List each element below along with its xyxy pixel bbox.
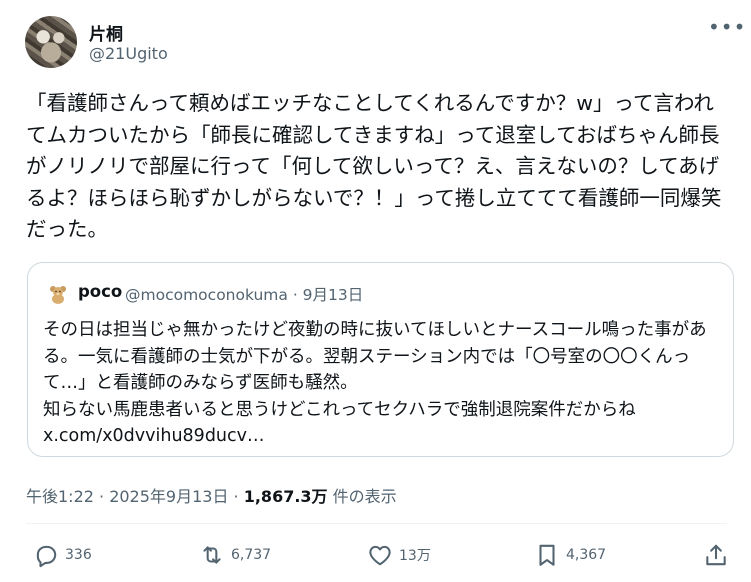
author-display-name[interactable]: 片桐 bbox=[89, 20, 123, 45]
repost-icon bbox=[203, 546, 221, 564]
quoted-post-text: その日は担当じゃ無かったけど夜勤の時に抜いてほしいとナースコール鳴った事がある。… bbox=[43, 320, 707, 446]
reply-icon bbox=[36, 545, 57, 568]
author-handle[interactable]: @21Ugito bbox=[89, 44, 168, 63]
post-time[interactable]: 午後1:22 · 2025年9月13日 · bbox=[26, 487, 244, 506]
view-count: 1,867.3万 bbox=[243, 487, 328, 506]
bookmark-count: 4,367 bbox=[566, 547, 607, 563]
reply-button[interactable]: 336 bbox=[33, 542, 92, 568]
author-avatar[interactable] bbox=[25, 16, 77, 68]
teddy-bear-icon bbox=[50, 286, 66, 304]
quoted-author-name: poco bbox=[78, 282, 123, 301]
heart-icon bbox=[369, 545, 391, 566]
post-timestamp: 午後1:22 · 2025年9月13日 · 1,867.3万 件の表示 bbox=[26, 483, 397, 507]
more-options-icon[interactable]: ••• bbox=[708, 15, 746, 39]
quoted-author-meta: @mocomoconokuma · 9月13日 bbox=[125, 286, 364, 304]
divider bbox=[26, 523, 727, 524]
like-button[interactable]: 13万 bbox=[367, 542, 431, 568]
like-count: 13万 bbox=[399, 548, 431, 564]
repost-count: 6,737 bbox=[231, 547, 272, 563]
quoted-post[interactable]: poco @mocomoconokuma · 9月13日 その日は担当じゃ無かっ… bbox=[27, 262, 734, 457]
share-icon bbox=[706, 544, 726, 566]
bookmark-button[interactable]: 4,367 bbox=[534, 542, 606, 568]
share-button[interactable] bbox=[703, 542, 729, 568]
view-count-label: 件の表示 bbox=[327, 487, 397, 506]
repost-button[interactable]: 6,737 bbox=[199, 542, 271, 568]
post-text: 「看護師さんって頼めばエッチなことしてくれるんですか？w」って言われてムカついた… bbox=[26, 91, 722, 241]
reply-count: 336 bbox=[65, 547, 92, 563]
bookmark-icon bbox=[539, 544, 555, 566]
